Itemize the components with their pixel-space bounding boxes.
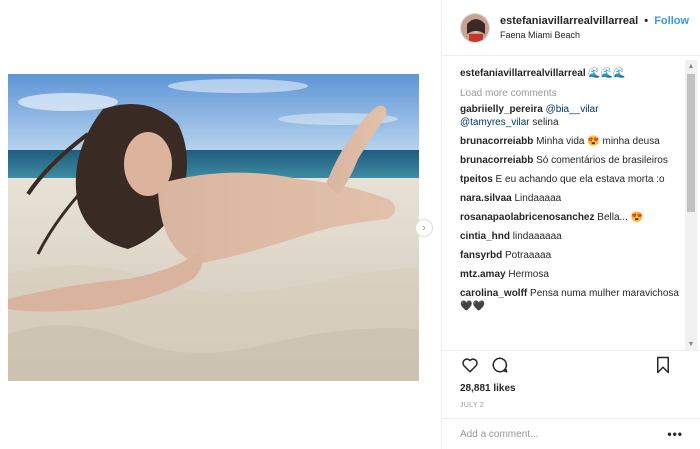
comment-bubble-icon — [492, 357, 508, 373]
post-side-panel: estefaniavillarrealvillarreal • Follow F… — [441, 0, 700, 449]
comment-text: selina — [529, 117, 559, 128]
comment-username[interactable]: fansyrbd — [460, 250, 502, 261]
likes-count[interactable]: 28,881 likes — [460, 383, 683, 394]
media-area: › — [0, 0, 440, 449]
avatar[interactable] — [460, 12, 490, 43]
comment-item: mtz.amay Hermosa — [460, 268, 684, 281]
comment-item: carolina_wolff Pensa numa mulher maravic… — [460, 287, 684, 313]
follow-button[interactable]: Follow — [654, 15, 689, 27]
comment-item: brunacorreiabb Só comentários de brasile… — [460, 154, 684, 167]
scroll-down-arrow-icon[interactable]: ▼ — [685, 338, 697, 350]
comment-username[interactable]: rosanapaolabricenosanchez — [460, 212, 595, 223]
chevron-right-icon: › — [422, 222, 426, 234]
action-icons-row — [460, 351, 683, 379]
comment-username[interactable]: mtz.amay — [460, 269, 506, 280]
comment-username[interactable]: cintia_hnd — [460, 231, 510, 242]
scrollbar-thumb[interactable] — [687, 74, 695, 212]
scroll-up-arrow-icon[interactable]: ▲ — [685, 60, 697, 72]
comment-button[interactable] — [490, 355, 510, 375]
comment-text: Hermosa — [505, 269, 549, 280]
avatar-image — [461, 13, 489, 42]
comment-username[interactable]: nara.silvaa — [460, 193, 512, 204]
like-button[interactable] — [460, 355, 480, 375]
comment-username[interactable]: carolina_wolff — [460, 288, 527, 299]
heart-icon — [462, 358, 478, 373]
comment-item: cintia_hnd lindaaaaaa — [460, 230, 684, 243]
post-header: estefaniavillarrealvillarreal • Follow F… — [442, 0, 700, 56]
location-link[interactable]: Faena Miami Beach — [500, 30, 689, 40]
comment-text: Potraaaaa — [502, 250, 552, 261]
comment-username[interactable]: tpeitos — [460, 174, 493, 185]
post-modal: › estefaniavillarrealvillarreal • Follow — [0, 0, 700, 449]
add-comment-bar: ••• — [442, 418, 700, 449]
save-button[interactable] — [653, 355, 673, 375]
load-more-comments-button[interactable]: Load more comments — [460, 88, 684, 99]
caption-text: 🌊🌊🌊 — [588, 68, 626, 79]
comment-username[interactable]: brunacorreiabb — [460, 155, 533, 166]
post-actions: 28,881 likes JULY 2 — [442, 350, 700, 409]
next-photo-button[interactable]: › — [415, 219, 433, 237]
comment-username[interactable]: brunacorreiabb — [460, 136, 533, 147]
comment-text: Só comentários de brasileiros — [533, 155, 668, 166]
comment-item: fansyrbd Potraaaaa — [460, 249, 684, 262]
separator-dot: • — [644, 15, 649, 27]
bookmark-icon — [657, 356, 669, 374]
add-comment-input[interactable] — [460, 428, 668, 440]
comment-mention[interactable]: @tamyres_vilar — [460, 117, 530, 128]
post-photo[interactable] — [8, 74, 419, 381]
comment-username[interactable]: gabriielly_pereira — [460, 104, 543, 115]
comment-item: gabriielly_pereira @bia__vilar @tamyres_… — [460, 103, 684, 129]
caption: estefaniavillarrealvillarreal 🌊🌊🌊 — [460, 68, 684, 79]
more-options-icon[interactable]: ••• — [667, 427, 683, 441]
header-username[interactable]: estefaniavillarrealvillarreal — [500, 15, 638, 27]
comment-item: rosanapaolabricenosanchez Bella... 😍 — [460, 211, 684, 224]
beach-photo-illustration — [8, 74, 419, 381]
comments-scrollbar[interactable]: ▲ ▼ — [685, 60, 697, 350]
header-text: estefaniavillarrealvillarreal • Follow F… — [500, 15, 689, 40]
comment-text: E eu achando que ela estava morta :o — [492, 174, 665, 185]
header-username-line: estefaniavillarrealvillarreal • Follow — [500, 15, 689, 27]
comments-list: estefaniavillarrealvillarreal 🌊🌊🌊 Load m… — [442, 60, 688, 350]
comment-item: brunacorreiabb Minha vida 😍 minha deusa — [460, 135, 684, 148]
comment-item: tpeitos E eu achando que ela estava mort… — [460, 173, 684, 186]
comment-mention[interactable]: @bia__vilar — [546, 104, 599, 115]
comment-item: nara.silvaa Lindaaaaa — [460, 192, 684, 205]
caption-username[interactable]: estefaniavillarrealvillarreal — [460, 68, 586, 79]
comment-text: Lindaaaaa — [511, 193, 562, 204]
comment-text: Minha vida 😍 minha deusa — [533, 136, 660, 147]
comment-text: Bella... 😍 — [594, 212, 644, 223]
post-date[interactable]: JULY 2 — [460, 402, 683, 409]
comment-text: lindaaaaaa — [510, 231, 562, 242]
